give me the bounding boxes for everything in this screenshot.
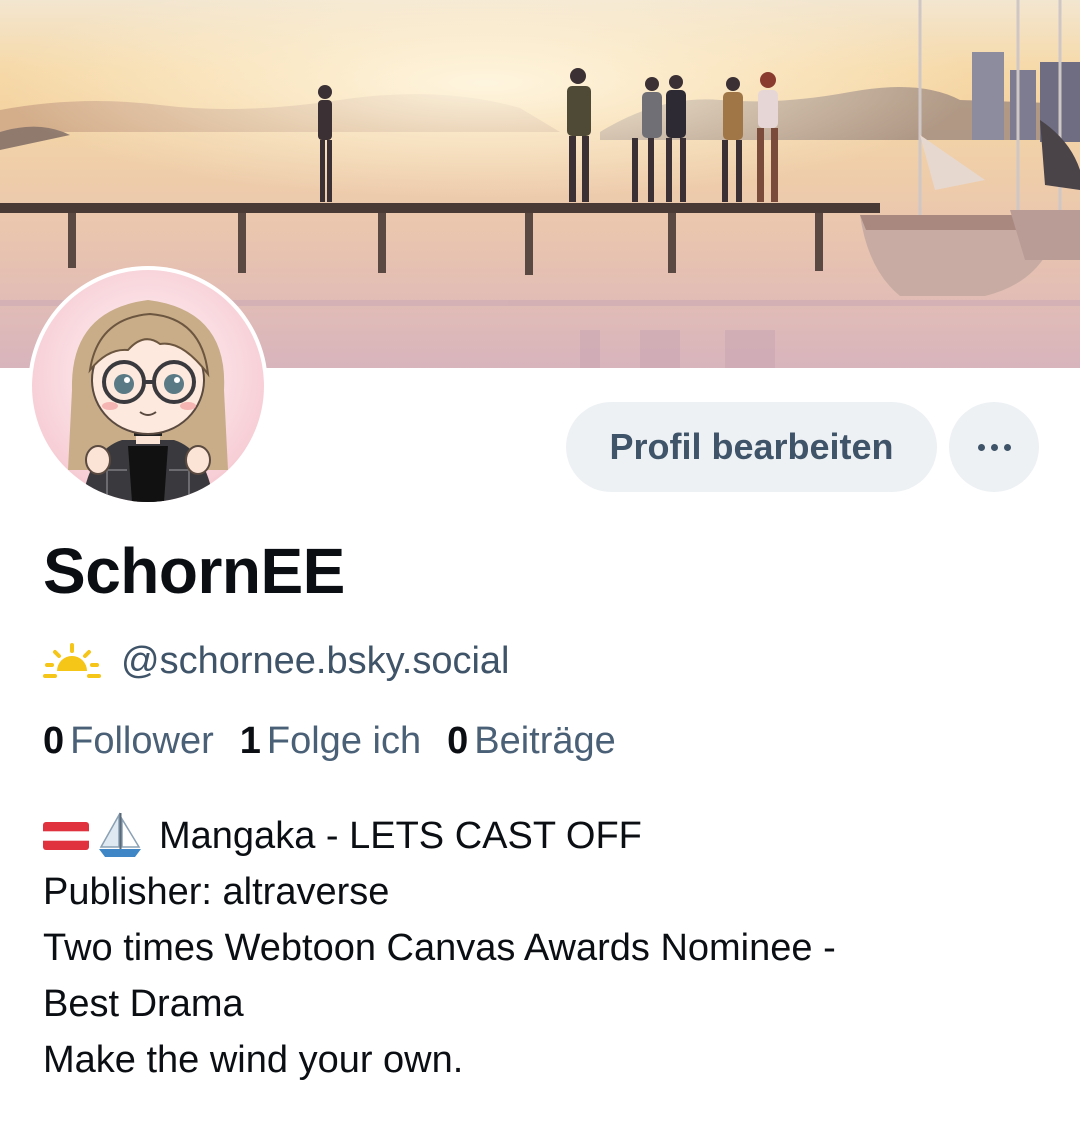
followers-stat[interactable]: 0 Follower [43, 720, 214, 763]
bio-line-2: Publisher: altraverse [43, 871, 390, 913]
handle-row: @schornee.bsky.social [43, 636, 509, 686]
avatar-image [32, 270, 264, 502]
profile-bio: Mangaka - LETS CAST OFF Publisher: altra… [43, 808, 1053, 1088]
sunrise-icon [43, 643, 101, 678]
handle[interactable]: @schornee.bsky.social [121, 640, 509, 683]
posts-label: Beiträge [474, 720, 616, 762]
following-label: Folge ich [266, 720, 422, 762]
display-name: SchornEE [43, 535, 345, 607]
avatar[interactable] [28, 266, 268, 506]
followers-label: Follower [70, 720, 214, 762]
profile-stats: 0 Follower 1 Folge ich 0 Beiträge [43, 720, 616, 763]
more-options-button[interactable] [949, 402, 1039, 492]
edit-profile-button[interactable]: Profil bearbeiten [566, 402, 937, 492]
sailboat-icon [99, 812, 141, 857]
followers-count: 0 [43, 720, 65, 762]
ellipsis-icon [977, 443, 1011, 451]
bio-line-3: Two times Webtoon Canvas Awards Nominee … [43, 927, 836, 969]
bio-line-4: Best Drama [43, 983, 244, 1025]
bio-line-5: Make the wind your own. [43, 1039, 464, 1081]
following-count: 1 [239, 720, 261, 762]
posts-count: 0 [447, 720, 469, 762]
posts-stat: 0 Beiträge [447, 720, 616, 763]
bio-line-1: Mangaka - LETS CAST OFF [43, 808, 1053, 864]
following-stat[interactable]: 1 Folge ich [240, 720, 421, 763]
bio-text-1: Mangaka - LETS CAST OFF [159, 815, 642, 857]
austria-flag-icon [43, 822, 89, 850]
